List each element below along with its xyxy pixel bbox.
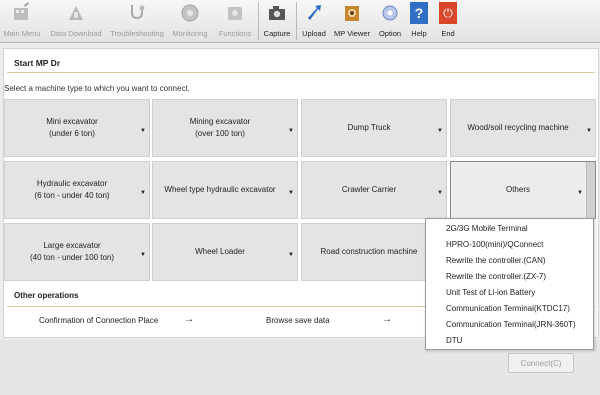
menu-item[interactable]: Unit Test of Li-ion Battery (446, 288, 535, 297)
menu-item[interactable]: HPRO-100(mini)/QConnect (446, 240, 543, 249)
functions-button[interactable]: Functions (216, 2, 254, 42)
functions-label: Functions (218, 29, 252, 38)
dropdown-arrow-icon[interactable]: ▼ (437, 127, 443, 136)
camera-icon (267, 2, 287, 24)
stethoscope-icon (127, 2, 147, 24)
troubleshooting-label: Troubleshooting (110, 29, 164, 38)
toolbar-separator (296, 2, 297, 40)
tile-mining-excavator[interactable]: Mining excavator (over 100 ton) ▼ (152, 99, 298, 157)
help-icon: ? (410, 2, 428, 24)
dropdown-arrow-icon[interactable]: ▼ (586, 127, 592, 136)
data-download-icon (66, 2, 86, 24)
toolbar-separator (258, 2, 259, 40)
other-operations-title: Other operations (14, 291, 79, 300)
data-download-label: Data Download (50, 29, 102, 38)
menu-item[interactable]: DTU (446, 336, 462, 345)
title-divider (7, 72, 595, 73)
main-menu-icon (12, 2, 32, 24)
menu-item[interactable]: 2G/3G Mobile Terminal (446, 224, 528, 233)
dropdown-arrow-icon[interactable]: ▼ (140, 251, 146, 260)
power-icon: ⏻ (439, 2, 457, 24)
upload-button[interactable]: Upload (300, 2, 328, 42)
dropdown-arrow-icon[interactable]: ▼ (437, 189, 443, 198)
tile-label: Mini excavator (46, 117, 98, 127)
functions-icon (225, 2, 245, 24)
tile-sublabel: (40 ton - under 100 ton) (29, 253, 115, 262)
troubleshooting-button[interactable]: Troubleshooting (109, 2, 165, 42)
mp-viewer-icon (342, 2, 362, 24)
browse-save-data-link[interactable]: Browse save data (266, 316, 330, 325)
option-button[interactable]: Option (376, 2, 404, 42)
tile-label: Dump Truck (347, 123, 391, 133)
arrow-right-icon[interactable]: → (382, 314, 392, 325)
data-download-button[interactable]: Data Download (49, 2, 103, 42)
tile-dump-truck[interactable]: Dump Truck ▼ (301, 99, 447, 157)
menu-item[interactable]: Rewrite the controller.(ZX-7) (446, 272, 546, 281)
dropdown-arrow-icon[interactable]: ▼ (140, 127, 146, 136)
tile-label: Others (505, 185, 530, 195)
tile-sublabel: (under 6 ton) (49, 129, 95, 138)
tile-label: Crawler Carrier (341, 185, 397, 195)
option-label: Option (378, 29, 402, 38)
dropdown-arrow-icon[interactable]: ▼ (577, 189, 583, 198)
tile-large-excavator[interactable]: Large excavator (40 ton - under 100 ton) … (4, 223, 150, 281)
tile-label: Wheel type hydraulic excavator (164, 185, 276, 195)
dropdown-arrow-icon[interactable]: ▼ (288, 127, 294, 136)
tile-label: Mining excavator (189, 117, 251, 127)
tile-scrollbar[interactable] (586, 162, 595, 218)
tile-mini-excavator[interactable]: Mini excavator (under 6 ton) ▼ (4, 99, 150, 157)
capture-button[interactable]: Capture (261, 2, 293, 42)
help-button[interactable]: ? Help (408, 2, 430, 42)
tile-label: Large excavator (43, 241, 101, 251)
tile-wheel-loader[interactable]: Wheel Loader ▼ (152, 223, 298, 281)
connect-button[interactable]: Connect(C) (508, 353, 574, 373)
upload-label: Upload (302, 29, 326, 38)
tile-label: Wood/soil recycling machine (467, 123, 569, 133)
end-label: End (441, 29, 455, 38)
tile-sublabel: (6 ton - under 40 ton) (34, 191, 110, 200)
tile-label: Wheel Loader (195, 247, 245, 257)
option-icon (380, 2, 400, 24)
tile-sublabel: (over 100 ton) (195, 129, 245, 138)
page-subtitle: Select a machine type to which you want … (4, 84, 190, 93)
menu-item[interactable]: Rewrite the controller.(CAN) (446, 256, 546, 265)
end-button[interactable]: ⏻ End (437, 2, 459, 42)
tile-wheel-hydraulic-excavator[interactable]: Wheel type hydraulic excavator ▼ (152, 161, 298, 219)
help-label: Help (411, 29, 427, 38)
main-menu-label: Main Menu (3, 29, 41, 38)
dropdown-arrow-icon[interactable]: ▼ (288, 251, 294, 260)
tile-label: Road construction machine (320, 247, 418, 257)
page-title: Start MP Dr (14, 58, 61, 68)
mp-viewer-button[interactable]: MP Viewer (332, 2, 372, 42)
upload-icon (304, 2, 324, 24)
tile-crawler-carrier[interactable]: Crawler Carrier ▼ (301, 161, 447, 219)
confirmation-connection-link[interactable]: Confirmation of Connection Place (39, 316, 158, 325)
monitoring-label: Monitoring (172, 29, 208, 38)
monitoring-button[interactable]: Monitoring (170, 2, 210, 42)
dropdown-arrow-icon[interactable]: ▼ (288, 189, 294, 198)
main-menu-button[interactable]: Main Menu (2, 2, 42, 42)
mp-viewer-label: MP Viewer (334, 29, 370, 38)
toolbar: Main Menu Data Download Troubleshooting … (0, 0, 600, 43)
menu-item[interactable]: Communication Terminal(KTDC17) (446, 304, 570, 313)
menu-item[interactable]: Communication Terminal(JRN-360T) (446, 320, 576, 329)
tile-label: Hydraulic excavator (36, 179, 108, 189)
capture-label: Capture (263, 29, 291, 38)
arrow-right-icon[interactable]: → (184, 314, 194, 325)
tile-others[interactable]: Others ▼ (450, 161, 596, 219)
dropdown-arrow-icon[interactable]: ▼ (140, 189, 146, 198)
tile-wood-soil-recycling[interactable]: Wood/soil recycling machine ▼ (450, 99, 596, 157)
monitoring-gauge-icon (180, 2, 200, 24)
others-dropdown-menu: 2G/3G Mobile Terminal HPRO-100(mini)/QCo… (425, 218, 594, 350)
tile-hydraulic-excavator[interactable]: Hydraulic excavator (6 ton - under 40 ton… (4, 161, 150, 219)
